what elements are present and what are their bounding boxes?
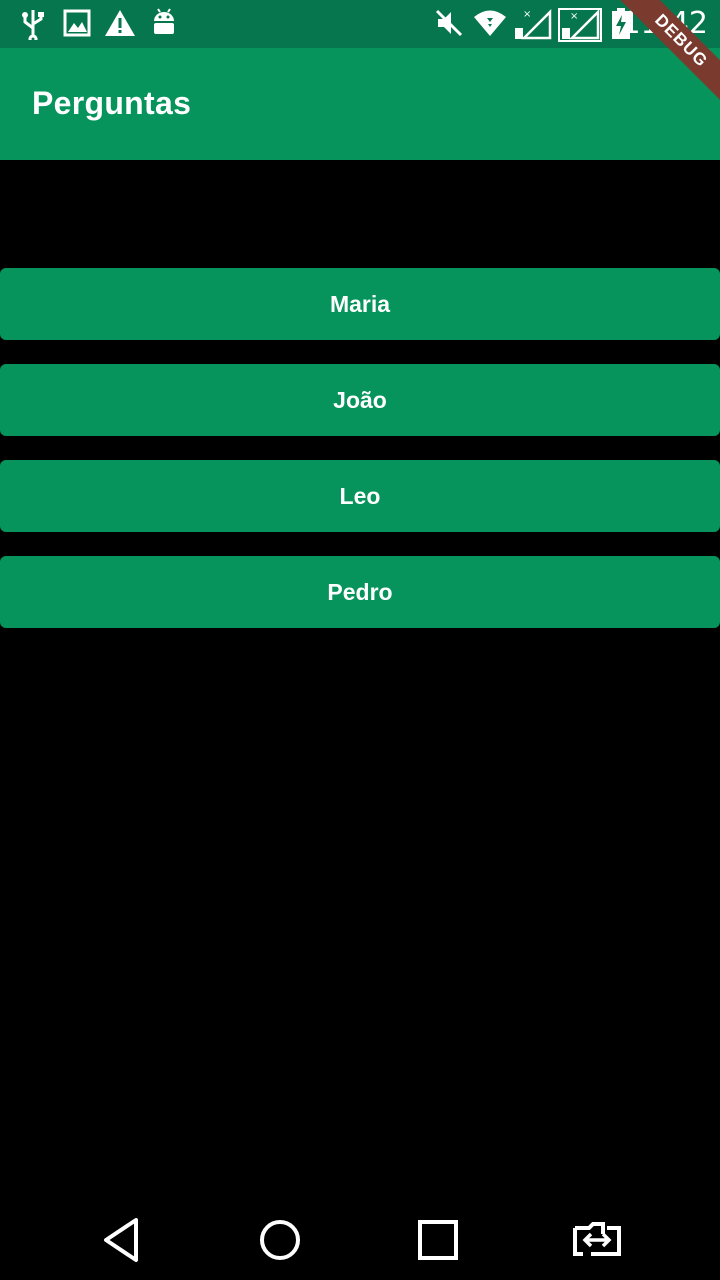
warning-icon [105,10,135,36]
navigation-bar [0,1200,720,1280]
debug-banner: DEBUG [600,0,720,120]
content-area: Maria João Leo Pedro [0,160,720,1200]
svg-text:×: × [570,11,578,22]
debug-label: DEBUG [610,0,720,112]
mute-icon [435,9,463,37]
wifi-icon [474,10,506,36]
answer-button-joao[interactable]: João [0,364,720,436]
recents-icon[interactable] [412,1214,464,1266]
back-icon[interactable] [94,1214,146,1266]
page-title: Perguntas [32,85,192,121]
usb-icon [22,10,44,40]
answer-button-maria[interactable]: Maria [0,268,720,340]
image-icon [63,9,91,37]
android-icon [154,8,174,34]
signal-sim1-icon: × [515,8,552,40]
svg-text:×: × [523,9,531,20]
answer-button-leo[interactable]: Leo [0,460,720,532]
home-icon[interactable] [254,1214,306,1266]
answer-button-pedro[interactable]: Pedro [0,556,720,628]
switch-app-icon[interactable] [571,1214,623,1266]
signal-sim2-icon: × [558,8,602,42]
